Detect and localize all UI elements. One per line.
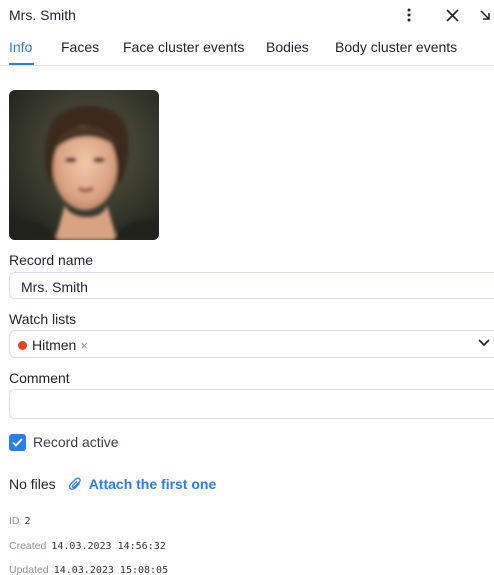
attach-label: Attach the first one xyxy=(88,476,217,492)
meta-created: Created 14.03.2023 14:56:32 xyxy=(9,540,166,552)
active-tab-indicator xyxy=(9,63,34,65)
tab-body-cluster-events[interactable]: Body cluster events xyxy=(335,39,457,55)
meta-updated-label: Updated xyxy=(9,564,49,575)
paperclip-icon xyxy=(68,477,82,491)
check-icon xyxy=(12,437,23,447)
files-row: No files Attach the first one xyxy=(9,474,216,494)
tab-bar: Info Faces Face cluster events Bodies Bo… xyxy=(0,34,494,66)
tab-info[interactable]: Info xyxy=(9,39,32,55)
chevron-down-icon[interactable] xyxy=(478,339,490,347)
watch-list-chip-label: Hitmen xyxy=(32,337,77,353)
tab-face-cluster-events[interactable]: Face cluster events xyxy=(123,39,244,55)
watch-lists-label: Watch lists xyxy=(9,311,77,327)
more-vertical-icon xyxy=(407,8,411,22)
window-title: Mrs. Smith xyxy=(9,7,76,23)
record-name-input[interactable]: Mrs. Smith xyxy=(9,272,494,299)
record-photo[interactable] xyxy=(9,90,159,240)
watch-lists-select[interactable]: Hitmen × xyxy=(9,330,494,358)
record-active-checkbox[interactable] xyxy=(9,433,26,451)
arrow-down-right-icon xyxy=(480,10,490,20)
no-files-text: No files xyxy=(9,476,56,492)
meta-created-value: 14.03.2023 14:56:32 xyxy=(51,541,166,552)
tab-bodies[interactable]: Bodies xyxy=(266,39,309,55)
meta-id-value: 2 xyxy=(24,516,31,527)
record-active-row: Record active xyxy=(9,432,119,452)
meta-updated: Updated 14.03.2023 15:08:05 xyxy=(9,564,168,575)
record-name-label: Record name xyxy=(9,252,94,268)
close-button[interactable] xyxy=(441,4,463,26)
more-menu-button[interactable] xyxy=(398,4,420,26)
meta-updated-value: 14.03.2023 15:08:05 xyxy=(53,565,169,575)
meta-created-label: Created xyxy=(9,540,47,552)
comment-input[interactable] xyxy=(9,389,494,419)
close-icon xyxy=(445,8,459,22)
tab-faces[interactable]: Faces xyxy=(61,39,99,55)
collapse-button[interactable] xyxy=(474,4,494,26)
remove-chip-icon[interactable]: × xyxy=(80,338,88,353)
face-photo-image xyxy=(9,90,159,240)
meta-id: ID 2 xyxy=(9,515,31,527)
watch-list-chip: Hitmen × xyxy=(18,336,88,354)
attach-file-link[interactable]: Attach the first one xyxy=(68,476,217,492)
window-header: Mrs. Smith xyxy=(0,0,494,32)
comment-label: Comment xyxy=(9,370,70,386)
record-active-label: Record active xyxy=(33,434,119,450)
watch-list-color-dot xyxy=(18,340,27,350)
meta-id-label: ID xyxy=(9,515,20,527)
record-name-value: Mrs. Smith xyxy=(21,279,88,295)
